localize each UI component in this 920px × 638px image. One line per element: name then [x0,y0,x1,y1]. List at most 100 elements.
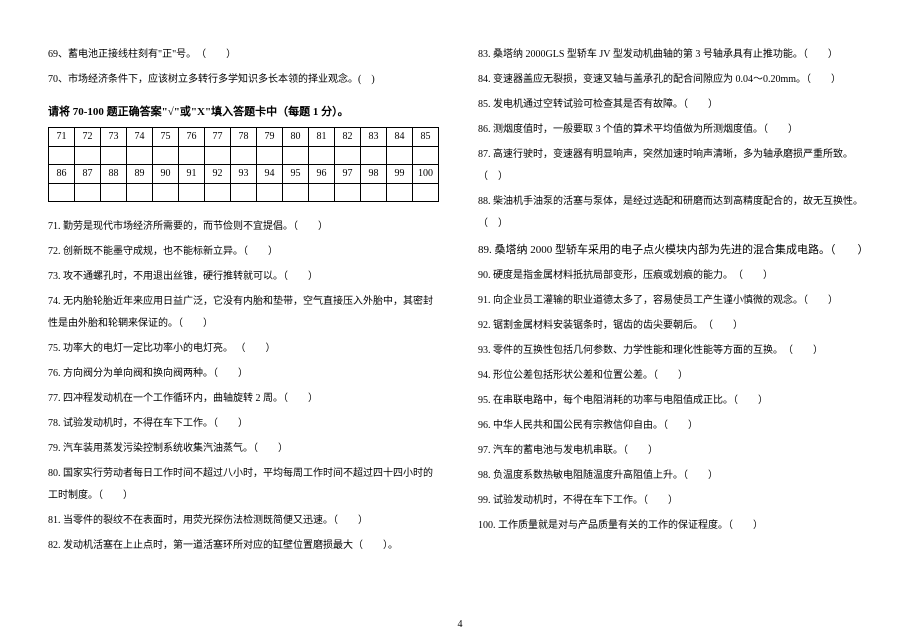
q87-text: 87. 高速行驶时，变速器有明显响声，突然加速时响声清晰，多为轴承磨损严重所致。… [478,149,853,182]
question-95: 95. 在串联电路中，每个电阻消耗的功率与电阻值成正比。（ ） [478,390,872,412]
question-71: 71. 勤劳是现代市场经济所需要的，而节俭则不宜提倡。（ ） [48,216,442,238]
question-87: 87. 高速行驶时，变速器有明显响声，突然加速时响声清晰，多为轴承磨损严重所致。… [478,144,872,188]
cell-75: 75 [153,128,179,147]
q95-text: 95. 在串联电路中，每个电阻消耗的功率与电阻值成正比。（ [478,395,738,406]
q98-text: 98. 负温度系数热敏电阻随温度升高阻值上升。（ [478,470,688,481]
section-instruction: 请将 70-100 题正确答案"√"或"X"填入答题卡中（每题 1 分）。 [48,103,442,119]
question-70: 70、市场经济条件下，应该树立多转行多学知识多长本领的择业观念。( ) [48,69,442,91]
q73-text: 73. 攻不通螺孔时，不用退出丝锥，硬行推转就可以。（ [48,271,288,282]
cell-94: 94 [257,165,283,184]
question-77: 77. 四冲程发动机在一个工作循环内，曲轴旋转 2 周。（ ） [48,388,442,410]
q71-text: 71. 勤劳是现代市场经济所需要的，而节俭则不宜提倡。（ [48,221,298,232]
cell-79: 79 [257,128,283,147]
question-89: 89. 桑塔纳 2000 型轿车采用的电子点火模块内部为先进的混合集成电路。（ … [478,238,872,262]
q77-text: 77. 四冲程发动机在一个工作循环内，曲轴旋转 2 周。（ [48,393,288,404]
cell-96: 96 [309,165,335,184]
q93-text: 93. 零件的互换性包括几何参数、力学性能和理化性能等方面的互换。 [478,345,778,356]
question-92: 92. 锯割金属材料安装锯条时，锯齿的齿尖要朝后。 （ ） [478,315,872,337]
question-82: 82. 发动机活塞在上止点时，第一道活塞环所对应的缸壁位置磨损最大（ ）。 [48,535,442,557]
q82-text: 82. 发动机活塞在上止点时，第一道活塞环所对应的缸壁位置磨损最大（ [48,540,363,551]
q76-text: 76. 方向阀分为单向阀和换向阀两种。（ [48,368,218,379]
cell-82: 82 [335,128,361,147]
question-74: 74. 无内胎轮胎近年来应用日益广泛，它没有内胎和垫带，空气直接压入外胎中，其密… [48,291,442,335]
question-85: 85. 发电机通过空转试验可检查其是否有故障。（ ） [478,94,872,116]
question-75: 75. 功率大的电灯一定比功率小的电灯亮。 （ ） [48,338,442,360]
cell-98: 98 [361,165,387,184]
cell-89: 89 [127,165,153,184]
q69-text: 69、蓄电池正接线柱刻有"正"号。 [48,49,191,60]
cell-86: 86 [49,165,75,184]
cell-85: 85 [413,128,439,147]
question-99: 99. 试验发动机时，不得在车下工作。（ ） [478,490,872,512]
cell-87: 87 [75,165,101,184]
question-98: 98. 负温度系数热敏电阻随温度升高阻值上升。（ ） [478,465,872,487]
cell-77: 77 [205,128,231,147]
q99-text: 99. 试验发动机时，不得在车下工作。（ [478,495,648,506]
cell-78: 78 [231,128,257,147]
cell-84: 84 [387,128,413,147]
q86-text: 86. 测烟度值时，一般要取 3 个值的算术平均值做为所测烟度值。（ [478,124,768,135]
q81-text: 81. 当零件的裂纹不在表面时，用荧光探伤法检测既简便又迅速。（ [48,515,338,526]
cell-99: 99 [387,165,413,184]
q75-text: 75. 功率大的电灯一定比功率小的电灯亮。 （ [48,343,246,354]
grid-row-1: 71 72 73 74 75 76 77 78 79 80 81 82 83 8… [49,128,439,147]
question-90: 90. 硬度是指金属材料抵抗局部变形，压痕或划痕的能力。 （ ） [478,265,872,287]
q72-text: 72. 创新既不能墨守成规，也不能标新立异。（ [48,246,248,257]
answer-grid: 71 72 73 74 75 76 77 78 79 80 81 82 83 8… [48,127,439,202]
q85-text: 85. 发电机通过空转试验可检查其是否有故障。（ [478,99,688,110]
q90-text: 90. 硬度是指金属材料抵抗局部变形，压痕或划痕的能力。 [478,270,728,281]
cell-92: 92 [205,165,231,184]
cell-95: 95 [283,165,309,184]
question-78: 78. 试验发动机时，不得在车下工作。（ ） [48,413,442,435]
q92-text: 92. 锯割金属材料安装锯条时，锯齿的齿尖要朝后。 [478,320,698,331]
cell-80: 80 [283,128,309,147]
right-column: 83. 桑塔纳 2000GLS 型轿车 JV 型发动机曲轴的第 3 号轴承具有止… [460,44,872,618]
cell-71: 71 [49,128,75,147]
q88-text: 88. 柴油机手油泵的活塞与泵体，是经过选配和研磨而达到高精度配合的，故无互换性… [478,196,863,229]
q100-text: 100. 工作质量就是对与产品质量有关的工作的保证程度。（ [478,520,733,531]
cell-91: 91 [179,165,205,184]
question-84: 84. 变速器盖应无裂损，变速叉轴与盖承孔的配合间隙应为 0.04～0.20mm… [478,69,872,91]
cell-76: 76 [179,128,205,147]
cell-81: 81 [309,128,335,147]
cell-83: 83 [361,128,387,147]
question-91: 91. 向企业员工灌输的职业道德太多了，容易使员工产生谨小慎微的观念。（ ） [478,290,872,312]
cell-74: 74 [127,128,153,147]
q89-text: 89. 桑塔纳 2000 型轿车采用的电子点火模块内部为先进的混合集成电路。（ [478,244,836,256]
question-94: 94. 形位公差包括形状公差和位置公差。（ ） [478,365,872,387]
q94-text: 94. 形位公差包括形状公差和位置公差。（ [478,370,658,381]
left-column: 69、蓄电池正接线柱刻有"正"号。 （ ） 70、市场经济条件下，应该树立多转行… [48,44,460,618]
question-100: 100. 工作质量就是对与产品质量有关的工作的保证程度。（ ） [478,515,872,537]
q74-text: 74. 无内胎轮胎近年来应用日益广泛，它没有内胎和垫带，空气直接压入外胎中，其密… [48,296,433,329]
q79-text: 79. 汽车装用蒸发污染控制系统收集汽油蒸气。（ [48,443,258,454]
q91-text: 91. 向企业员工灌输的职业道德太多了，容易使员工产生谨小慎微的观念。（ [478,295,808,306]
q97-text: 97. 汽车的蓄电池与发电机串联。（ [478,445,628,456]
cell-90: 90 [153,165,179,184]
cell-72: 72 [75,128,101,147]
grid-row-2-blank [49,184,439,202]
question-96: 96. 中华人民共和国公民有宗教信仰自由。（ ） [478,415,872,437]
q70-text: 70、市场经济条件下，应该树立多转行多学知识多长本领的择业观念。( [48,74,361,85]
cell-93: 93 [231,165,257,184]
question-76: 76. 方向阀分为单向阀和换向阀两种。（ ） [48,363,442,385]
q84-text: 84. 变速器盖应无裂损，变速叉轴与盖承孔的配合间隙应为 0.04～0.20mm… [478,74,811,85]
grid-row-1-blank [49,147,439,165]
question-72: 72. 创新既不能墨守成规，也不能标新立异。（ ） [48,241,442,263]
cell-100: 100 [413,165,439,184]
q96-text: 96. 中华人民共和国公民有宗教信仰自由。（ [478,420,668,431]
q83-text: 83. 桑塔纳 2000GLS 型轿车 JV 型发动机曲轴的第 3 号轴承具有止… [478,49,808,60]
question-83: 83. 桑塔纳 2000GLS 型轿车 JV 型发动机曲轴的第 3 号轴承具有止… [478,44,872,66]
q78-text: 78. 试验发动机时，不得在车下工作。（ [48,418,218,429]
question-93: 93. 零件的互换性包括几何参数、力学性能和理化性能等方面的互换。 （ ） [478,340,872,362]
cell-73: 73 [101,128,127,147]
question-97: 97. 汽车的蓄电池与发电机串联。（ ） [478,440,872,462]
question-69: 69、蓄电池正接线柱刻有"正"号。 （ ） [48,44,442,66]
question-88: 88. 柴油机手油泵的活塞与泵体，是经过选配和研磨而达到高精度配合的，故无互换性… [478,191,872,235]
cell-97: 97 [335,165,361,184]
question-73: 73. 攻不通螺孔时，不用退出丝锥，硬行推转就可以。（ ） [48,266,442,288]
cell-88: 88 [101,165,127,184]
page-number: 4 [458,619,463,630]
question-79: 79. 汽车装用蒸发污染控制系统收集汽油蒸气。（ ） [48,438,442,460]
question-80: 80. 国家实行劳动者每日工作时间不超过八小时，平均每周工作时间不超过四十四小时… [48,463,442,507]
q80-text: 80. 国家实行劳动者每日工作时间不超过八小时，平均每周工作时间不超过四十四小时… [48,468,433,501]
